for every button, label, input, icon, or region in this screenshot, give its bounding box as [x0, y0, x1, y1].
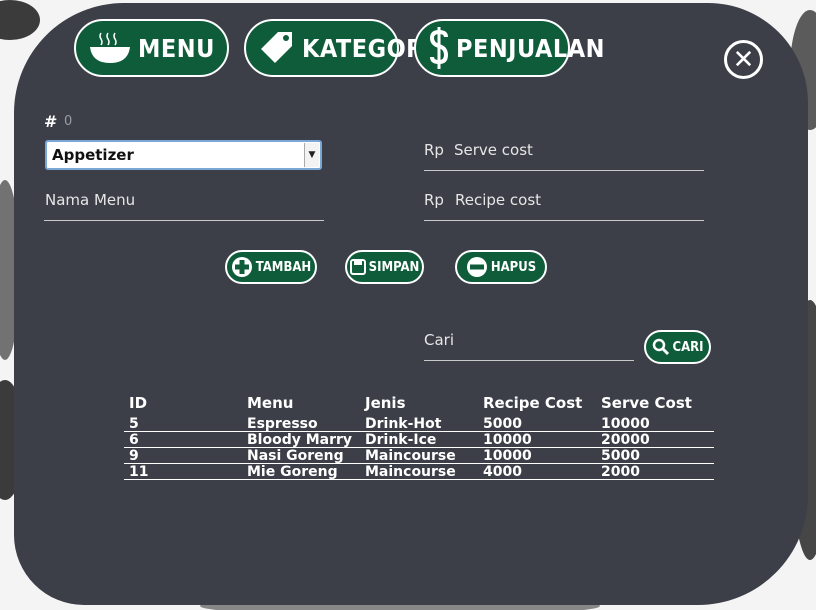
save-button[interactable]: SIMPAN	[345, 250, 424, 284]
nav-menu-label: MENU	[138, 33, 215, 63]
floppy-disk-icon	[349, 259, 366, 275]
dollar-icon	[429, 27, 449, 69]
table-header-menu: Menu	[247, 394, 294, 412]
cell-id: 6	[129, 432, 139, 448]
recipe-cost-input[interactable]: Recipe cost	[455, 191, 541, 209]
menu-name-underline	[44, 220, 324, 221]
cell-id: 9	[129, 448, 139, 464]
add-button-label: TAMBAH	[255, 259, 312, 275]
tag-icon	[261, 32, 292, 63]
cell-serve-cost: 20000	[601, 432, 650, 448]
cell-serve-cost: 5000	[601, 448, 640, 464]
cell-serve-cost: 10000	[601, 416, 650, 432]
cell-recipe-cost: 5000	[483, 416, 522, 432]
cell-jenis: Maincourse	[365, 448, 456, 464]
serve-cost-underline	[424, 170, 704, 171]
id-value: 0	[64, 114, 73, 129]
cell-jenis: Maincourse	[365, 464, 456, 480]
table-row[interactable]: 11 Mie Goreng Maincourse 4000 2000	[124, 464, 714, 483]
add-button[interactable]: TAMBAH	[225, 250, 317, 284]
category-selected-value: Appetizer	[52, 146, 134, 164]
row-divider	[124, 479, 714, 480]
cell-recipe-cost: 4000	[483, 464, 522, 480]
search-button[interactable]: CARI	[644, 330, 711, 364]
category-select[interactable]: Appetizer ▼	[45, 140, 322, 170]
close-button[interactable]: ✕	[724, 40, 763, 79]
search-icon	[652, 338, 669, 356]
cell-menu: Bloody Marry	[247, 432, 353, 448]
table-header-jenis: Jenis	[365, 394, 406, 412]
nav-kategori-button[interactable]: KATEGORI	[244, 19, 432, 77]
table-header-recipe-cost: Recipe Cost	[483, 394, 583, 412]
delete-button-label: HAPUS	[490, 259, 537, 275]
main-panel	[14, 3, 808, 605]
cell-recipe-cost: 10000	[483, 432, 532, 448]
cell-recipe-cost: 10000	[483, 448, 532, 464]
menu-name-input[interactable]: Nama Menu	[45, 191, 135, 209]
cell-jenis: Drink-Ice	[365, 432, 437, 448]
recipe-cost-currency: Rp	[424, 191, 444, 209]
table-header-id: ID	[129, 394, 148, 412]
id-hash-label: #	[44, 112, 58, 131]
serve-cost-input[interactable]: Serve cost	[454, 141, 533, 159]
search-button-label: CARI	[672, 339, 704, 355]
nav-penjualan-button[interactable]: PENJUALAN	[414, 19, 605, 77]
cell-menu: Nasi Goreng	[247, 448, 344, 464]
cell-id: 5	[129, 416, 139, 432]
search-underline	[424, 360, 634, 361]
serve-cost-currency: Rp	[424, 141, 444, 159]
cell-id: 11	[129, 464, 149, 480]
search-input[interactable]: Cari	[424, 331, 454, 349]
delete-button[interactable]: HAPUS	[455, 250, 547, 284]
nav-penjualan-label: PENJUALAN	[456, 33, 605, 63]
close-icon: ✕	[732, 44, 755, 75]
nav-menu-button[interactable]: MENU	[74, 19, 229, 77]
cell-menu: Espresso	[247, 416, 318, 432]
dropdown-arrow-icon: ▼	[304, 143, 319, 167]
table-header-serve-cost: Serve Cost	[601, 394, 692, 412]
plus-icon	[231, 257, 252, 277]
minus-icon	[466, 257, 487, 277]
save-button-label: SIMPAN	[368, 259, 420, 275]
recipe-cost-underline	[424, 220, 704, 221]
cell-serve-cost: 2000	[601, 464, 640, 480]
cell-jenis: Drink-Hot	[365, 416, 442, 432]
bowl-icon	[90, 32, 130, 63]
cell-menu: Mie Goreng	[247, 464, 338, 480]
